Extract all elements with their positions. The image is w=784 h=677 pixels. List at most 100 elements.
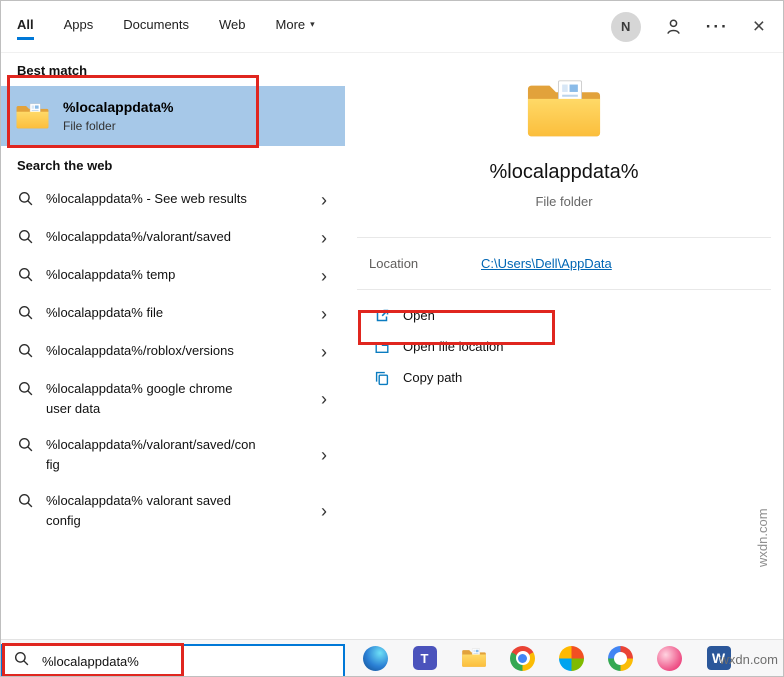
suggestion-label: %localappdata%/valorant/saved <box>46 227 256 247</box>
avatar[interactable]: N <box>611 12 641 42</box>
google-ring-icon <box>608 646 633 671</box>
taskbar-pink-app-button[interactable] <box>645 646 694 671</box>
best-match-title: %localappdata% <box>63 99 173 115</box>
preview-title: %localappdata% <box>345 161 783 184</box>
preview-subtitle: File folder <box>345 194 783 209</box>
search-results-area: Best match %localappdata% File folder Se… <box>1 53 783 641</box>
search-suggestion[interactable]: %localappdata%/valorant/saved › <box>1 219 345 257</box>
tab-documents[interactable]: Documents <box>123 1 189 37</box>
tab-all-label: All <box>17 17 34 32</box>
avatar-letter: N <box>621 19 630 34</box>
search-filter-bar: All Apps Documents Web More ▾ N ··· × <box>1 1 783 53</box>
open-file-location-button[interactable]: Open file location <box>345 331 783 362</box>
suggestion-label: %localappdata%/roblox/versions <box>46 341 256 361</box>
best-match-text: %localappdata% File folder <box>63 99 173 133</box>
chevron-right-icon[interactable]: › <box>321 304 333 325</box>
results-list-pane: Best match %localappdata% File folder Se… <box>1 53 345 641</box>
suggestion-label: %localappdata% google chrome user data <box>46 379 256 419</box>
taskbar-icons: T W <box>351 646 743 671</box>
search-suggestion[interactable]: %localappdata% - See web results › <box>1 181 345 219</box>
taskbar-chrome-button[interactable] <box>498 646 547 671</box>
chevron-right-icon[interactable]: › <box>321 228 333 249</box>
tab-apps[interactable]: Apps <box>64 1 94 37</box>
file-explorer-icon <box>461 648 487 668</box>
preview-actions: Open Open file location Copy path <box>345 300 783 393</box>
search-icon <box>14 651 29 671</box>
chevron-down-icon: ▾ <box>310 19 315 30</box>
taskbar-app-button[interactable] <box>547 646 596 671</box>
copy-path-button[interactable]: Copy path <box>345 362 783 393</box>
search-box[interactable] <box>1 644 345 677</box>
search-icon <box>18 305 33 325</box>
teams-icon: T <box>413 646 437 670</box>
location-row: Location C:\Users\Dell\AppData <box>345 238 783 289</box>
taskbar-file-explorer-button[interactable] <box>449 646 498 671</box>
search-the-web-header: Search the web <box>1 146 345 181</box>
topbar-actions: N ··· × <box>611 1 783 52</box>
search-icon <box>18 437 33 457</box>
search-icon <box>18 343 33 363</box>
location-link[interactable]: C:\Users\Dell\AppData <box>481 256 612 271</box>
windows-search-overlay: All Apps Documents Web More ▾ N ··· × Be… <box>0 0 784 677</box>
search-icon <box>18 267 33 287</box>
word-icon: W <box>707 646 731 670</box>
best-match-item[interactable]: %localappdata% File folder <box>1 86 345 146</box>
best-match-header: Best match <box>1 53 345 86</box>
tab-more-label: More <box>276 17 306 32</box>
search-icon <box>18 229 33 249</box>
user-account-icon[interactable] <box>665 18 682 35</box>
filter-tabs: All Apps Documents Web More ▾ <box>1 1 315 52</box>
tab-all[interactable]: All <box>17 1 34 40</box>
taskbar-teams-button[interactable]: T <box>400 646 449 671</box>
preview-pane: %localappdata% File folder Location C:\U… <box>345 53 783 641</box>
search-input[interactable] <box>40 653 332 670</box>
search-suggestion[interactable]: %localappdata% temp › <box>1 257 345 295</box>
tab-web-label: Web <box>219 17 246 32</box>
search-icon <box>18 493 33 513</box>
copy-path-icon <box>374 370 390 386</box>
pink-app-icon <box>657 646 682 671</box>
folder-icon <box>15 103 50 130</box>
tab-apps-label: Apps <box>64 17 94 32</box>
tab-web[interactable]: Web <box>219 1 246 37</box>
suggestion-label: %localappdata% file <box>46 303 256 323</box>
search-suggestion[interactable]: %localappdata% valorant saved config › <box>1 483 345 539</box>
best-match-subtitle: File folder <box>63 119 173 133</box>
open-label: Open <box>403 308 435 323</box>
suggestion-label: %localappdata% - See web results <box>46 189 256 209</box>
tab-documents-label: Documents <box>123 17 189 32</box>
open-icon <box>374 308 390 324</box>
open-button[interactable]: Open <box>345 300 783 331</box>
chrome-icon <box>510 646 535 671</box>
suggestion-label: %localappdata%/valorant/saved/config <box>46 435 256 475</box>
suggestion-label: %localappdata% valorant saved config <box>46 491 256 531</box>
taskbar-word-button[interactable]: W <box>694 646 743 671</box>
taskbar-edge-button[interactable] <box>351 646 400 671</box>
divider <box>357 289 771 290</box>
chevron-right-icon[interactable]: › <box>321 266 333 287</box>
search-icon <box>18 191 33 211</box>
location-label: Location <box>369 256 481 271</box>
open-file-location-icon <box>374 339 390 355</box>
copy-path-label: Copy path <box>403 370 462 385</box>
close-icon[interactable]: × <box>753 16 765 37</box>
chevron-right-icon[interactable]: › <box>321 342 333 363</box>
open-file-location-label: Open file location <box>403 339 503 354</box>
chevron-right-icon[interactable]: › <box>321 501 333 522</box>
pinwheel-app-icon <box>559 646 584 671</box>
taskbar-google-app-button[interactable] <box>596 646 645 671</box>
tab-more[interactable]: More ▾ <box>276 1 315 37</box>
edge-icon <box>363 646 388 671</box>
chevron-right-icon[interactable]: › <box>321 445 333 466</box>
more-options-icon[interactable]: ··· <box>706 17 729 37</box>
search-suggestion[interactable]: %localappdata% google chrome user data › <box>1 371 345 427</box>
chevron-right-icon[interactable]: › <box>321 389 333 410</box>
search-icon <box>18 381 33 401</box>
chevron-right-icon[interactable]: › <box>321 190 333 211</box>
suggestion-label: %localappdata% temp <box>46 265 256 285</box>
preview-header: %localappdata% File folder <box>345 79 783 209</box>
search-suggestion[interactable]: %localappdata%/valorant/saved/config › <box>1 427 345 483</box>
search-suggestion[interactable]: %localappdata% file › <box>1 295 345 333</box>
search-suggestion[interactable]: %localappdata%/roblox/versions › <box>1 333 345 371</box>
folder-icon-large <box>525 79 603 140</box>
